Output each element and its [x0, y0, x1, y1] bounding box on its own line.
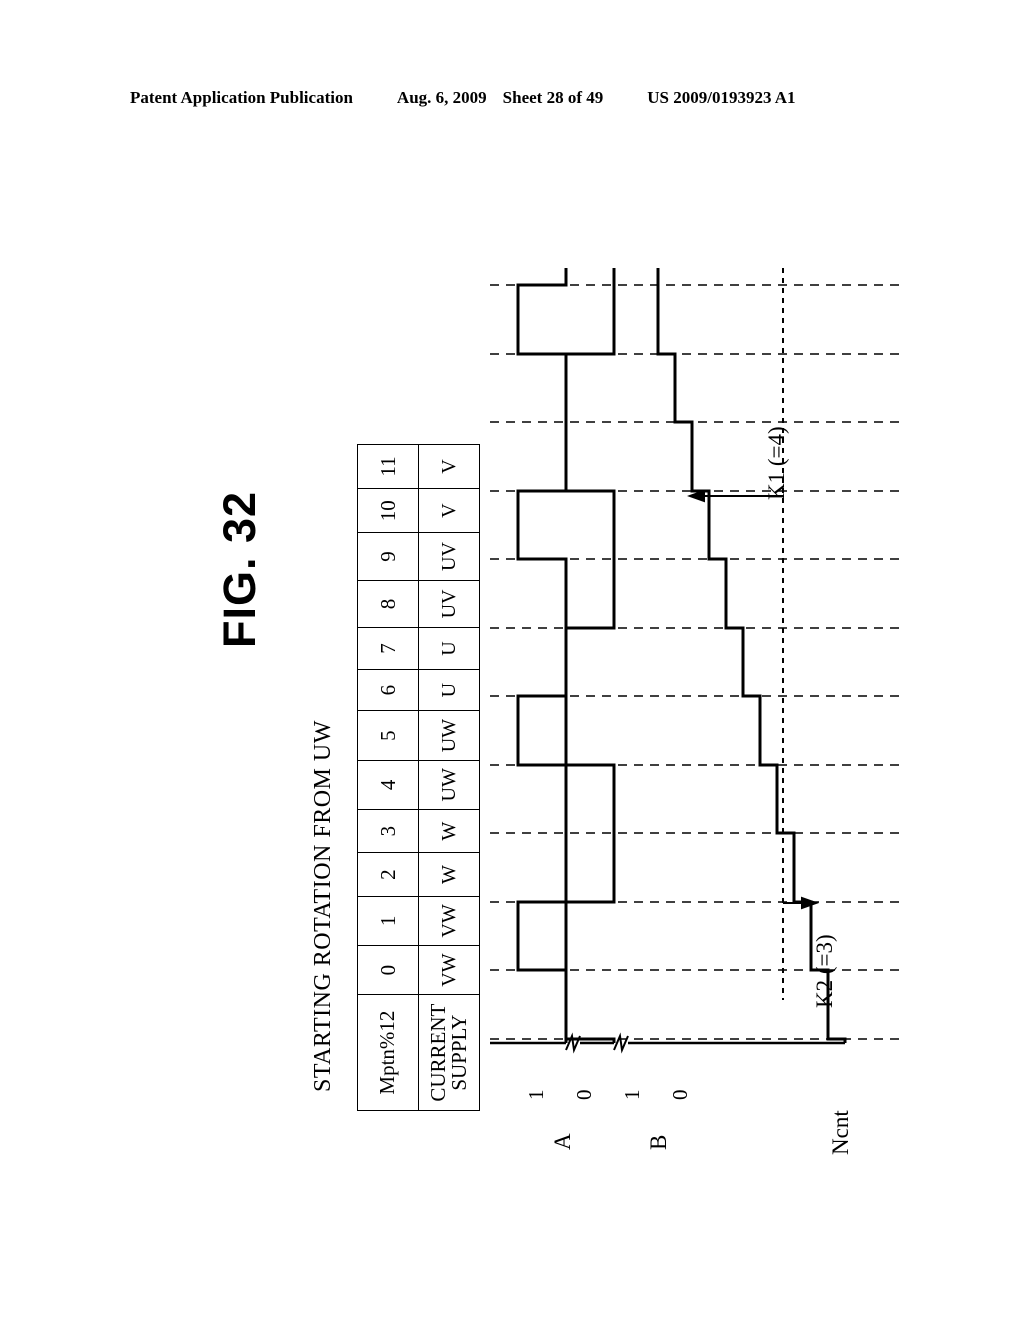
supply-cell-9: UV [418, 532, 480, 581]
table-row-pattern: Mptn%12 0 1 2 3 4 5 6 7 8 9 10 11 [357, 444, 419, 1111]
pattern-cell-3: 3 [357, 809, 419, 853]
ncnt-label: Ncnt [828, 1110, 853, 1155]
figure-32: FIG. 32 STARTING ROTATION FROM UW Mptn%1… [0, 0, 1024, 1320]
row-header-line2: SUPPLY [447, 1014, 471, 1091]
k1-annotation: K1 (=4) [764, 426, 789, 500]
row-header-pattern: Mptn%12 [357, 994, 419, 1111]
signal-b-low-label: 0 [668, 1089, 692, 1101]
mptn-table: Mptn%12 0 1 2 3 4 5 6 7 8 9 10 11 CURREN… [357, 444, 480, 1111]
supply-cell-3: W [418, 809, 480, 853]
pattern-cell-2: 2 [357, 852, 419, 897]
gridlines [490, 284, 900, 1040]
row-header-current-supply: CURRENT SUPPLY [418, 994, 480, 1111]
pattern-cell-11: 11 [357, 444, 419, 489]
pattern-cell-10: 10 [357, 488, 419, 533]
figure-subtitle: STARTING ROTATION FROM UW [310, 720, 336, 1092]
supply-cell-2: W [418, 852, 480, 897]
axis-break-marks [565, 1032, 629, 1054]
signal-b-waveform [564, 268, 616, 1043]
timing-diagram [490, 268, 900, 1054]
supply-cell-1: VW [418, 896, 480, 946]
supply-cell-7: U [418, 627, 480, 670]
supply-cell-6: U [418, 669, 480, 711]
signal-a-low-label: 0 [572, 1089, 596, 1101]
k2-leader-arrow [783, 896, 819, 910]
k2-annotation: K2 (=3) [812, 934, 837, 1008]
pattern-cell-4: 4 [357, 760, 419, 810]
pattern-cell-9: 9 [357, 532, 419, 581]
signal-a-waveform [516, 268, 568, 1043]
signal-b-high-label: 1 [620, 1089, 644, 1101]
supply-cell-8: UV [418, 580, 480, 628]
supply-cell-5: UW [418, 711, 480, 761]
pattern-cell-1: 1 [357, 896, 419, 946]
pattern-cell-7: 7 [357, 627, 419, 670]
signal-a-name: A [550, 1133, 575, 1150]
signal-a-high-label: 1 [524, 1089, 548, 1101]
pattern-cell-6: 6 [357, 669, 419, 711]
ncnt-staircase [656, 268, 847, 1043]
figure-title: FIG. 32 [214, 490, 265, 648]
supply-cell-4: UW [418, 760, 480, 810]
table-row-current-supply: CURRENT SUPPLY VW VW W W UW UW U U UV UV… [418, 444, 480, 1111]
pattern-cell-5: 5 [357, 711, 419, 761]
signal-b-name: B [646, 1134, 671, 1150]
row-header-line1: CURRENT [425, 1003, 450, 1102]
pattern-cell-0: 0 [357, 945, 419, 995]
supply-cell-10: V [418, 488, 480, 533]
pattern-cell-8: 8 [357, 580, 419, 628]
supply-cell-0: VW [418, 945, 480, 995]
supply-cell-11: V [418, 444, 480, 489]
